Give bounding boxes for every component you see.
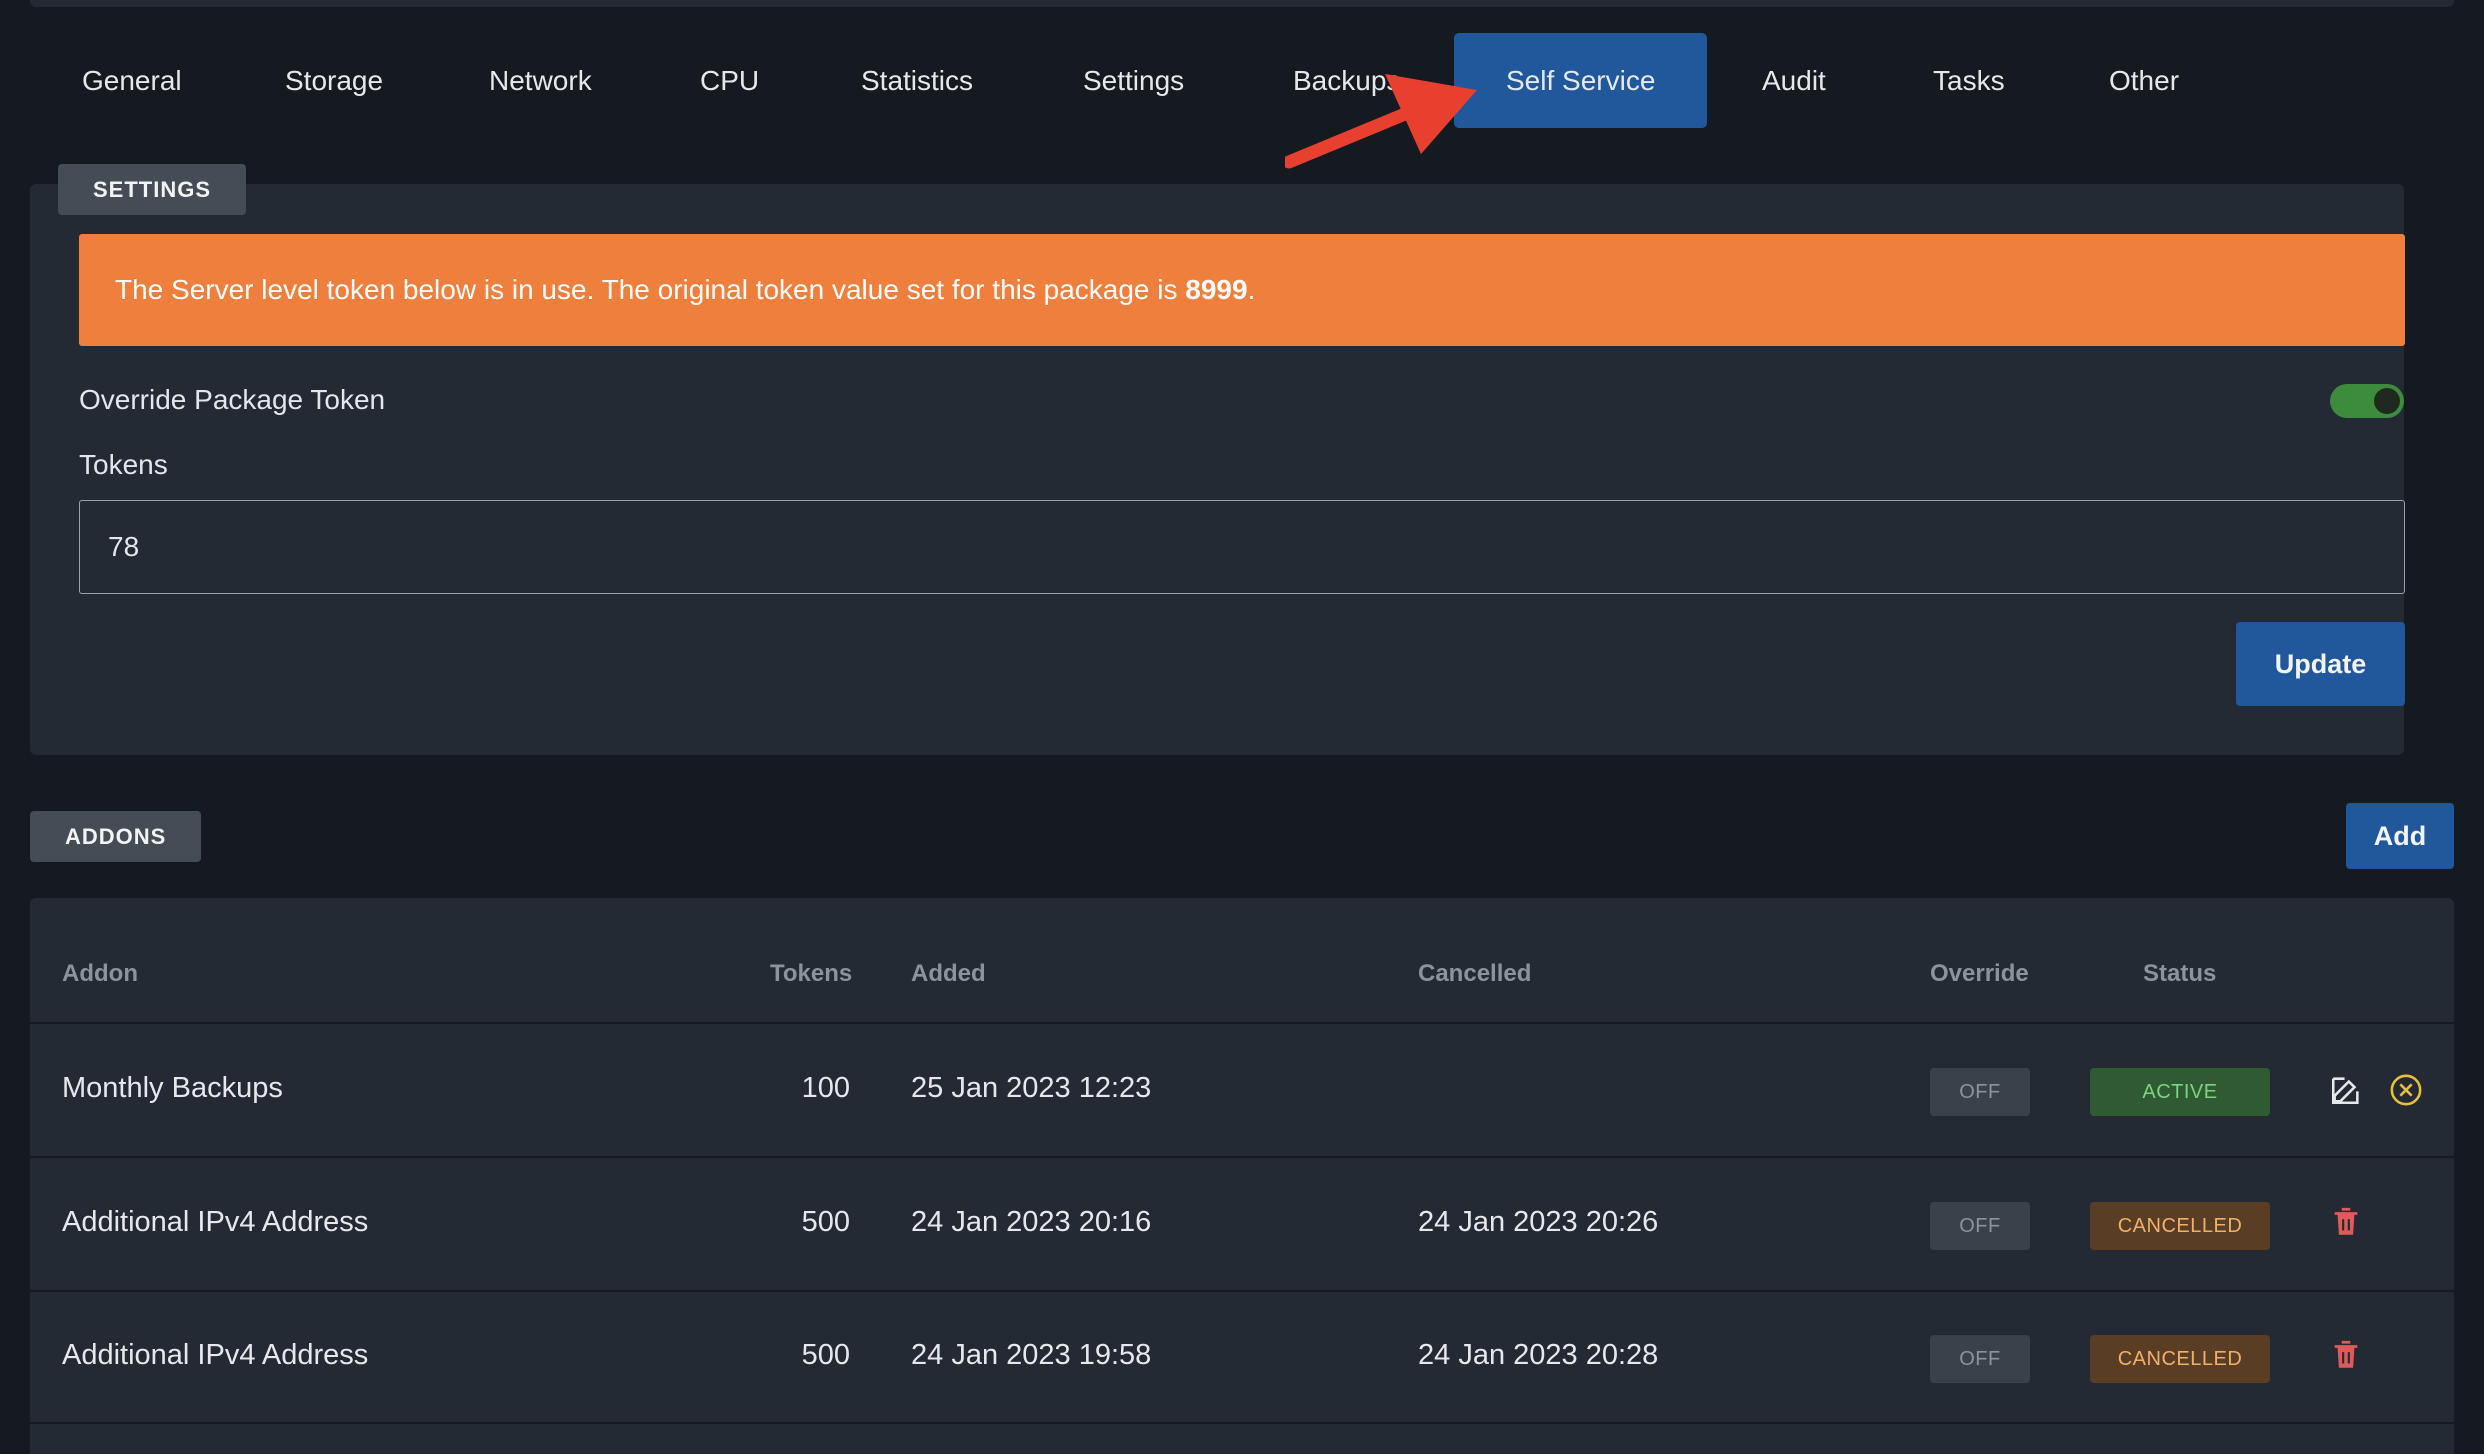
token-alert: The Server level token below is in use. … <box>79 234 2405 346</box>
tokens-input[interactable] <box>79 500 2405 594</box>
toggle-knob <box>2374 388 2400 414</box>
tab-tasks[interactable]: Tasks <box>1933 33 2005 128</box>
tab-self-service[interactable]: Self Service <box>1454 33 1708 128</box>
row-divider <box>30 1290 2454 1292</box>
tab-settings[interactable]: Settings <box>1083 33 1184 128</box>
addon-cancelled-date: 24 Jan 2023 20:28 <box>1418 1339 1659 1371</box>
edit-icon[interactable] <box>2329 1073 2363 1107</box>
tab-other[interactable]: Other <box>2109 33 2179 128</box>
row-divider <box>30 1156 2454 1158</box>
top-bar <box>30 0 2454 7</box>
tab-cpu[interactable]: CPU <box>700 33 759 128</box>
alert-suffix: . <box>1247 274 1256 305</box>
row-divider <box>30 1422 2454 1424</box>
addon-tokens: 500 <box>801 1339 850 1371</box>
update-button[interactable]: Update <box>2236 622 2405 706</box>
settings-section-label: SETTINGS <box>58 164 247 215</box>
addons-section-label: ADDONS <box>30 811 202 862</box>
override-badge: OFF <box>1930 1068 2030 1116</box>
column-header-tokens: Tokens <box>770 960 853 987</box>
addon-name: Additional IPv4 Address <box>62 1339 369 1371</box>
override-badge: OFF <box>1930 1202 2030 1250</box>
trash-icon[interactable] <box>2329 1338 2363 1372</box>
status-badge: CANCELLED <box>2090 1202 2270 1250</box>
tab-general[interactable]: General <box>82 33 182 128</box>
tab-network[interactable]: Network <box>489 33 592 128</box>
alert-original-token: 8999 <box>1185 274 1248 305</box>
addon-added-date: 25 Jan 2023 12:23 <box>911 1072 1152 1104</box>
column-header-cancelled: Cancelled <box>1418 960 1532 987</box>
tab-audit[interactable]: Audit <box>1762 33 1826 128</box>
addon-tokens: 100 <box>801 1072 850 1104</box>
column-header-override: Override <box>1930 960 2029 987</box>
addon-name: Additional IPv4 Address <box>62 1206 369 1238</box>
addon-name: Monthly Backups <box>62 1072 283 1104</box>
row-divider <box>30 1022 2454 1024</box>
cancel-circle-icon[interactable] <box>2389 1073 2423 1107</box>
status-badge: CANCELLED <box>2090 1335 2270 1383</box>
alert-text: The Server level token below is in use. … <box>115 274 1186 305</box>
tab-statistics[interactable]: Statistics <box>861 33 973 128</box>
status-badge: ACTIVE <box>2090 1068 2270 1116</box>
column-header-status: Status <box>2143 960 2217 987</box>
override-token-toggle[interactable] <box>2330 384 2404 418</box>
column-header-addon: Addon <box>62 960 138 987</box>
add-addon-button[interactable]: Add <box>2346 803 2454 869</box>
addon-added-date: 24 Jan 2023 19:58 <box>911 1339 1152 1371</box>
addon-tokens: 500 <box>801 1206 850 1238</box>
addon-cancelled-date: 24 Jan 2023 20:26 <box>1418 1206 1659 1238</box>
column-header-added: Added <box>911 960 986 987</box>
annotation-arrow-icon <box>1285 74 1477 169</box>
override-badge: OFF <box>1930 1335 2030 1383</box>
trash-icon[interactable] <box>2329 1205 2363 1239</box>
override-package-token-label: Override Package Token <box>79 384 386 415</box>
tokens-label: Tokens <box>79 449 168 480</box>
addon-added-date: 24 Jan 2023 20:16 <box>911 1206 1152 1238</box>
tab-storage[interactable]: Storage <box>285 33 383 128</box>
